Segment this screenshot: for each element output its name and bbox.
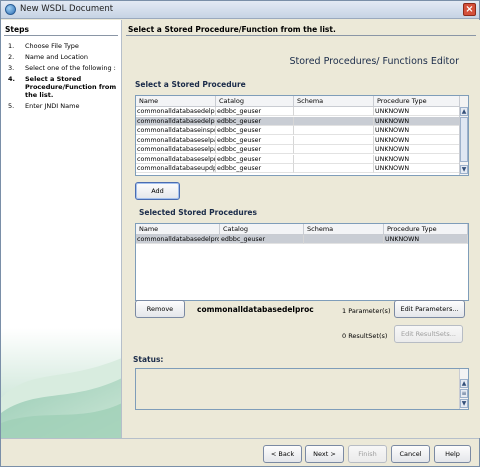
next-button[interactable]: Next > bbox=[305, 445, 344, 463]
procedures-table[interactable]: Name Catalog Schema Procedure Type commo… bbox=[135, 95, 469, 176]
decorative-wave-graphic bbox=[1, 328, 121, 438]
cell-procedure-type: UNKNOWN bbox=[374, 145, 460, 154]
table-row[interactable]: commonalldatabaseselpa... edbbc_geuser UNK… bbox=[136, 135, 468, 145]
wizard-window: New WSDL Document × Steps 1. Choose File… bbox=[0, 0, 480, 467]
cell-procedure-type: UNKNOWN bbox=[374, 164, 460, 173]
table-row[interactable]: commonalldatabaseinsproc edbbc_geuser UNKN… bbox=[136, 126, 468, 135]
cell-schema bbox=[294, 164, 374, 173]
scroll-thumb[interactable] bbox=[460, 117, 468, 162]
col-header-procedure-type[interactable]: Procedure Type bbox=[384, 224, 468, 235]
cell-schema bbox=[294, 145, 374, 154]
cell-name: commonalldatabasedelproc bbox=[136, 235, 220, 244]
back-button[interactable]: < Back bbox=[263, 445, 302, 463]
procedures-scrollbar[interactable]: ▲ ▼ bbox=[459, 96, 468, 175]
cell-procedure-type: UNKNOWN bbox=[374, 135, 460, 145]
cell-catalog: edbbc_geuser bbox=[216, 135, 294, 145]
scroll-down-icon[interactable]: ▼ bbox=[460, 165, 468, 174]
cell-name: commonalldatabasedelproc bbox=[136, 116, 216, 126]
col-header-procedure-type[interactable]: Procedure Type bbox=[374, 96, 460, 107]
col-header-name[interactable]: Name bbox=[136, 96, 216, 107]
app-icon bbox=[5, 4, 16, 15]
cell-name: commonalldatabaseselproc bbox=[136, 154, 216, 164]
table-row[interactable]: commonalldatabasedelproc edbbc_geuser UN… bbox=[136, 235, 468, 244]
cell-schema bbox=[294, 126, 374, 135]
cell-name: commonalldatabaseupdp... bbox=[136, 164, 216, 173]
cell-catalog: edbbc_geuser bbox=[216, 154, 294, 164]
cell-procedure-type: UNKNOWN bbox=[374, 107, 460, 116]
title-bar[interactable]: New WSDL Document × bbox=[1, 1, 479, 19]
steps-divider bbox=[4, 35, 118, 36]
window-title: New WSDL Document bbox=[20, 4, 114, 14]
content-divider bbox=[126, 35, 476, 36]
edit-resultsets-button[interactable]: Edit ResultSets... bbox=[394, 325, 463, 343]
cell-name: commonalldatabaseselpa... bbox=[136, 145, 216, 154]
editor-title: Stored Procedures/ Functions Editor bbox=[289, 56, 459, 67]
cell-schema bbox=[294, 107, 374, 116]
close-button[interactable]: × bbox=[463, 3, 476, 16]
col-header-name[interactable]: Name bbox=[136, 224, 220, 235]
content-panel: Select a Stored Procedure/Function from … bbox=[123, 20, 480, 438]
status-text-area[interactable]: ▲ ≡ ▼ bbox=[135, 368, 469, 410]
col-header-schema[interactable]: Schema bbox=[304, 224, 384, 235]
selected-procedures-label: Selected Stored Procedures bbox=[139, 208, 257, 217]
cell-name: commonalldatabaseinsproc bbox=[136, 126, 216, 135]
selected-procedure-name: commonalldatabasedelproc bbox=[197, 305, 314, 314]
col-header-catalog[interactable]: Catalog bbox=[220, 224, 304, 235]
cell-catalog: edbbc_geuser bbox=[216, 164, 294, 173]
cell-catalog: edbbc_geuser bbox=[220, 235, 304, 244]
table-row[interactable]: commonalldatabaseselproc edbbc_geuser UNKN… bbox=[136, 154, 468, 164]
resultset-count: 0 ResultSet(s) bbox=[342, 332, 388, 340]
cell-catalog: edbbc_geuser bbox=[216, 145, 294, 154]
cell-schema bbox=[294, 116, 374, 126]
select-procedure-label: Select a Stored Procedure bbox=[135, 80, 246, 89]
cell-schema bbox=[304, 235, 384, 244]
cell-procedure-type: UNKNOWN bbox=[384, 235, 468, 244]
table-row[interactable]: commonalldatabasedelpa... edbbc_geuser UNK… bbox=[136, 107, 468, 116]
cell-procedure-type: UNKNOWN bbox=[374, 126, 460, 135]
add-button[interactable]: Add bbox=[135, 182, 180, 200]
cell-name: commonalldatabaseselpa... bbox=[136, 135, 216, 145]
cell-catalog: edbbc_geuser bbox=[216, 107, 294, 116]
cell-schema bbox=[294, 154, 374, 164]
cell-catalog: edbbc_geuser bbox=[216, 126, 294, 135]
cell-schema bbox=[294, 135, 374, 145]
remove-button[interactable]: Remove bbox=[135, 300, 185, 318]
cell-procedure-type: UNKNOWN bbox=[374, 154, 460, 164]
scroll-down-icon[interactable]: ▼ bbox=[460, 399, 468, 408]
cancel-button[interactable]: Cancel bbox=[391, 445, 430, 463]
table-row[interactable]: commonalldatabasedelproc edbbc_geuser UNKN… bbox=[136, 116, 468, 126]
col-header-schema[interactable]: Schema bbox=[294, 96, 374, 107]
footer-divider bbox=[1, 438, 479, 439]
help-button[interactable]: Help bbox=[434, 445, 471, 463]
selected-procedures-table[interactable]: Name Catalog Schema Procedure Type commo… bbox=[135, 223, 469, 301]
finish-button[interactable]: Finish bbox=[348, 445, 387, 463]
content-heading: Select a Stored Procedure/Function from … bbox=[128, 25, 336, 34]
steps-panel: Steps 1. Choose File Type 2. Name and Lo… bbox=[1, 20, 122, 438]
cell-catalog: edbbc_geuser bbox=[216, 116, 294, 126]
table-row[interactable]: commonalldatabaseupdp... edbbc_geuser UNKN… bbox=[136, 164, 468, 173]
status-scrollbar[interactable]: ▲ ≡ ▼ bbox=[459, 369, 468, 409]
scroll-up-icon[interactable]: ▲ bbox=[460, 107, 468, 116]
steps-heading: Steps bbox=[5, 25, 29, 34]
scroll-up-icon[interactable]: ▲ bbox=[460, 379, 468, 388]
cell-procedure-type: UNKNOWN bbox=[374, 116, 460, 126]
col-header-catalog[interactable]: Catalog bbox=[216, 96, 294, 107]
status-label: Status: bbox=[133, 355, 164, 364]
table-row[interactable]: commonalldatabaseselpa... edbbc_geuser UNK… bbox=[136, 145, 468, 154]
parameter-count: 1 Parameter(s) bbox=[342, 307, 391, 315]
edit-parameters-button[interactable]: Edit Parameters... bbox=[394, 300, 465, 318]
cell-name: commonalldatabasedelpa... bbox=[136, 107, 216, 116]
scroll-thumb-icon[interactable]: ≡ bbox=[460, 389, 468, 398]
